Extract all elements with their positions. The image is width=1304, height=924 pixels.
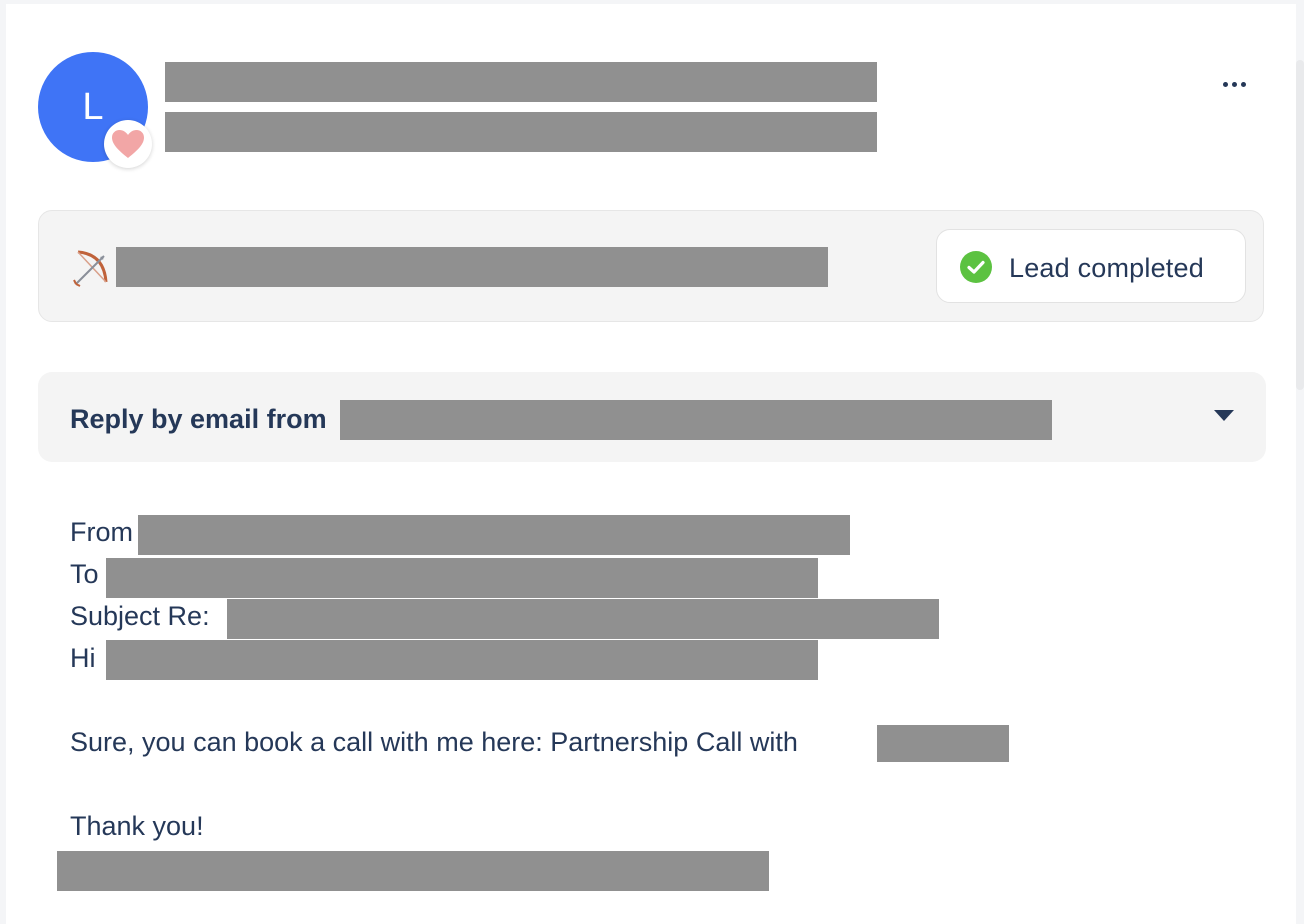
avatar-initial: L [82,85,104,128]
dot-icon [1240,81,1246,87]
dot-icon [1231,81,1237,87]
email-body-text: Sure, you can book a call with me here: … [70,727,798,757]
redacted-contact-detail [165,112,877,152]
lead-status-label: Lead completed [1009,253,1204,283]
redacted-lead-title [116,247,828,287]
redacted-greeting-name [106,640,818,680]
chevron-down-icon[interactable] [1214,410,1234,421]
redacted-subject [227,599,939,639]
redacted-contact-name [165,62,877,102]
email-closing: Thank you! [70,811,204,841]
heart-icon [104,120,152,168]
email-to-label: To [70,559,99,589]
reply-by-email-label: Reply by email from [70,404,327,434]
email-from-label: From [70,517,133,547]
bow-and-arrow-icon [73,250,108,287]
dot-icon [1222,81,1228,87]
email-subject-label: Subject Re: [70,601,210,631]
check-circle-icon [960,251,992,283]
email-greeting: Hi [70,643,96,673]
redacted-signature [57,851,769,891]
redacted-to-address [106,558,818,598]
redacted-sender-email [340,400,1052,440]
more-options-button[interactable] [1214,70,1254,98]
scrollbar[interactable] [1296,60,1304,390]
redacted-from-address [138,515,850,555]
redacted-booking-link [877,725,1009,762]
